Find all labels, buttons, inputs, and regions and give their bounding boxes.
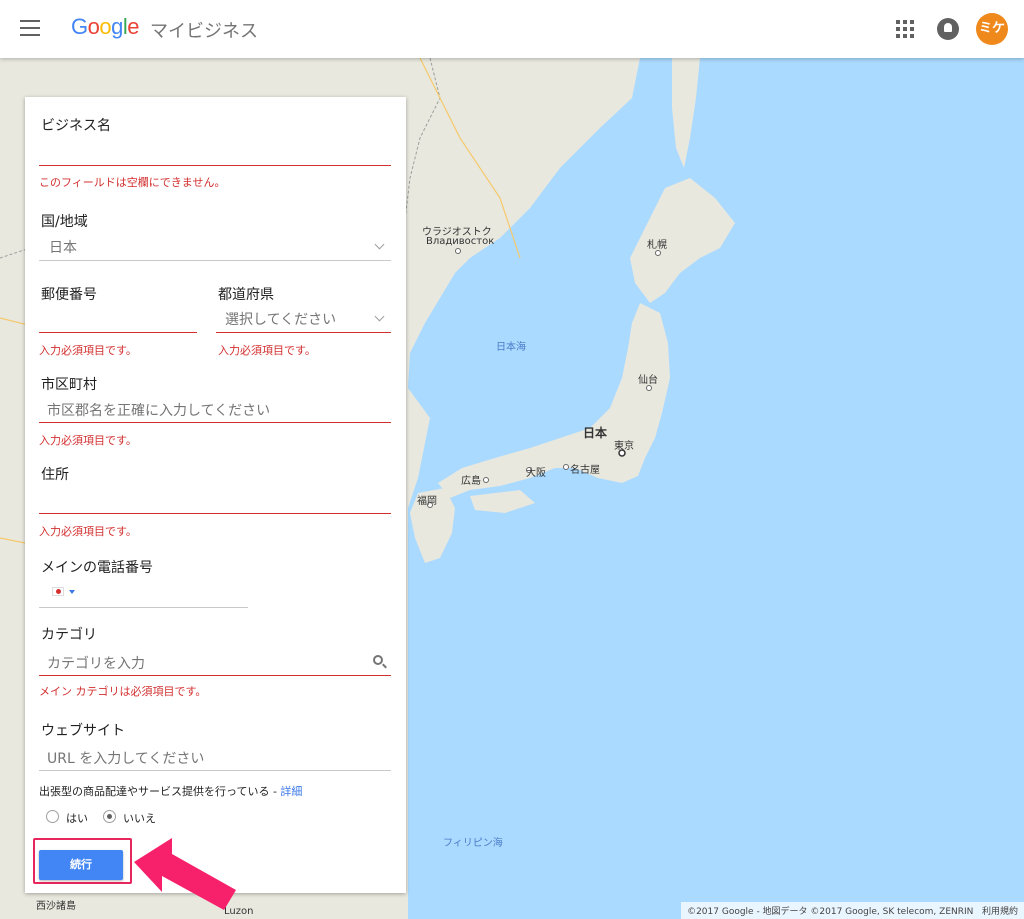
- details-link[interactable]: 詳細: [280, 785, 302, 798]
- terms-link[interactable]: 利用規約: [982, 907, 1018, 917]
- chevron-down-icon: [374, 311, 385, 322]
- city-error: 入力必須項目です。: [39, 434, 137, 447]
- map-label-sea-of-japan: 日本海: [496, 342, 526, 353]
- website-underline: [39, 770, 391, 771]
- category-input[interactable]: カテゴリを入力: [47, 653, 145, 673]
- business-name-label: ビジネス名: [41, 118, 111, 134]
- category-error: メイン カテゴリは必須項目です。: [39, 685, 207, 698]
- caret-down-icon[interactable]: [69, 590, 75, 594]
- radio-yes-label: はい: [66, 812, 88, 825]
- delivery-question-text: 出張型の商品配達やサービス提供を行っている -: [39, 785, 281, 798]
- chevron-down-icon: [374, 239, 385, 250]
- website-input[interactable]: URL を入力してください: [47, 748, 204, 768]
- logo-letter: o: [99, 14, 112, 39]
- business-name-error: このフィールドは空欄にできません。: [39, 176, 226, 189]
- avatar[interactable]: ミケ: [976, 13, 1008, 45]
- map-label-paracel: 西沙諸島: [36, 901, 76, 912]
- prefecture-underline: [216, 332, 391, 333]
- map-label-sendai: 仙台: [638, 375, 658, 386]
- business-form-card: ビジネス名 このフィールドは空欄にできません。 国/地域 日本 郵便番号 入力必…: [25, 97, 406, 893]
- logo-letter: o: [87, 14, 100, 39]
- country-underline: [39, 260, 391, 261]
- business-name-input[interactable]: [39, 165, 391, 166]
- radio-no-label: いいえ: [123, 812, 156, 825]
- city-underline: [39, 422, 391, 423]
- bell-icon[interactable]: [937, 18, 959, 40]
- city-label: 市区町村: [41, 377, 97, 393]
- address-label: 住所: [41, 467, 69, 483]
- delivery-question: 出張型の商品配達やサービス提供を行っている - 詳細: [39, 783, 302, 799]
- map-label-nagoya: 名古屋: [570, 465, 600, 476]
- apps-grid-icon[interactable]: [896, 20, 914, 38]
- phone-input[interactable]: [39, 607, 248, 608]
- japan-flag-icon[interactable]: [52, 587, 64, 596]
- product-name: マイビジネス: [150, 21, 258, 42]
- map-label-hiroshima: 広島: [461, 476, 481, 487]
- postal-code-label: 郵便番号: [41, 287, 97, 303]
- logo-letter: G: [71, 14, 88, 39]
- prefecture-error: 入力必須項目です。: [218, 344, 316, 357]
- city-input[interactable]: 市区郡名を正確に入力してください: [47, 400, 270, 420]
- prefecture-label: 都道府県: [218, 287, 274, 303]
- map-label-vladivostok-ru: Владивосток: [426, 236, 495, 247]
- category-label: カテゴリ: [41, 627, 97, 643]
- website-label: ウェブサイト: [41, 723, 125, 739]
- map-label-japan: 日本: [583, 426, 608, 440]
- radio-yes[interactable]: [46, 810, 59, 823]
- annotation-arrow-icon: [134, 838, 236, 910]
- phone-label: メインの電話番号: [41, 560, 153, 576]
- address-input[interactable]: [39, 513, 391, 514]
- radio-no[interactable]: [103, 810, 116, 823]
- map-attribution: ©2017 Google - 地図データ ©2017 Google, SK te…: [681, 902, 1024, 919]
- logo-letter: e: [127, 14, 140, 39]
- map-label-tokyo: 東京: [614, 441, 634, 452]
- prefecture-select[interactable]: 選択してください: [225, 309, 336, 329]
- app-header: Google マイビジネス ミケ: [0, 0, 1024, 58]
- map-label-osaka: 大阪: [526, 468, 546, 479]
- postal-code-error: 入力必須項目です。: [39, 344, 137, 357]
- map-attribution-text: ©2017 Google - 地図データ ©2017 Google, SK te…: [687, 907, 974, 917]
- continue-button[interactable]: 続行: [39, 850, 123, 880]
- country-select[interactable]: 日本: [49, 237, 77, 257]
- search-icon: [373, 655, 383, 665]
- postal-code-input[interactable]: [39, 332, 197, 333]
- logo-letter: g: [111, 14, 123, 39]
- category-underline: [39, 675, 391, 676]
- map-label-sapporo: 札幌: [647, 240, 667, 251]
- hamburger-menu-icon[interactable]: [20, 20, 40, 36]
- country-label: 国/地域: [41, 214, 88, 230]
- google-logo[interactable]: Google: [71, 14, 140, 40]
- map-label-fukuoka: 福岡: [417, 496, 437, 507]
- map-label-philippine-sea: フィリピン海: [443, 838, 503, 849]
- address-error: 入力必須項目です。: [39, 525, 137, 538]
